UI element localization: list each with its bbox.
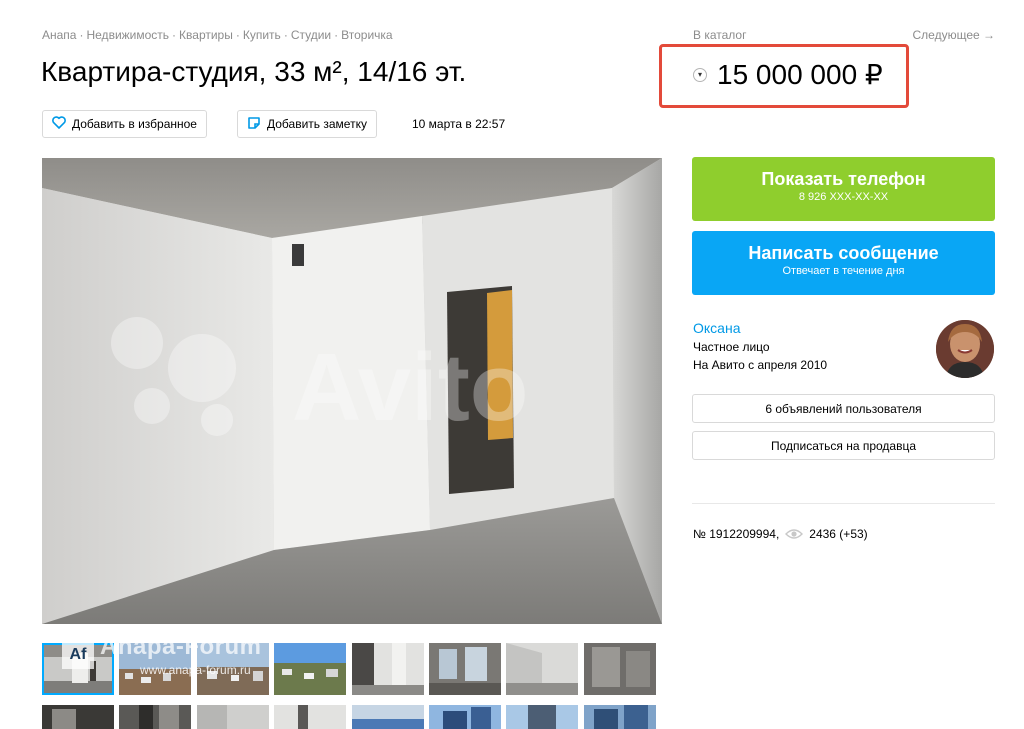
add-note-label: Добавить заметку xyxy=(267,117,367,131)
avatar[interactable] xyxy=(936,320,994,378)
thumbnail[interactable] xyxy=(429,643,501,695)
main-photo[interactable]: Avito xyxy=(42,158,662,624)
heart-icon xyxy=(52,116,66,132)
thumbnail[interactable] xyxy=(197,643,269,695)
breadcrumb-item-realty[interactable]: Недвижимость xyxy=(86,28,169,42)
thumbnail[interactable] xyxy=(42,705,114,729)
page-title: Квартира-студия, 33 м², 14/16 эт. xyxy=(41,56,467,87)
thumbnail[interactable] xyxy=(584,643,656,695)
show-phone-label: Показать телефон xyxy=(761,169,926,189)
note-icon xyxy=(247,116,261,133)
thumbnail[interactable] xyxy=(274,705,346,729)
listing-date: 10 марта в 22:57 xyxy=(412,117,506,131)
show-phone-button[interactable]: Показать телефон 8 926 XXX-XX-XX xyxy=(692,157,995,221)
thumbnail[interactable] xyxy=(119,705,191,729)
subscribe-seller-button[interactable]: Подписаться на продавца xyxy=(692,431,995,460)
breadcrumb-item-secondary[interactable]: Вторичка xyxy=(341,28,392,42)
add-note-button[interactable]: Добавить заметку xyxy=(237,110,377,138)
breadcrumb-item-flats[interactable]: Квартиры xyxy=(179,28,233,42)
thumbnail[interactable] xyxy=(429,705,501,729)
breadcrumb-item-city[interactable]: Анапа xyxy=(42,28,76,42)
write-message-label: Написать сообщение xyxy=(748,243,939,263)
next-listing-link[interactable]: Следующее → xyxy=(913,28,996,42)
thumbnail[interactable] xyxy=(197,705,269,729)
thumbnail[interactable] xyxy=(352,643,424,695)
masked-phone: 8 926 XXX-XX-XX xyxy=(798,191,889,203)
thumbnail[interactable] xyxy=(274,643,346,695)
thumbnail[interactable] xyxy=(42,643,114,695)
response-time: Отвечает в течение дня xyxy=(782,265,905,277)
divider xyxy=(692,503,995,504)
breadcrumb-item-studio[interactable]: Студии xyxy=(291,28,331,42)
thumbnail[interactable] xyxy=(506,705,578,729)
breadcrumb: Анапа · Недвижимость · Квартиры · Купить · Студи… xyxy=(42,28,393,42)
back-to-catalog-link[interactable]: В каталог xyxy=(693,28,746,42)
seller-ads-button[interactable]: 6 объявлений пользователя xyxy=(692,394,995,423)
room-photo-image: Avito xyxy=(42,158,662,624)
add-favorite-button[interactable]: Добавить в избранное xyxy=(42,110,207,138)
chevron-down-icon[interactable]: ▾ xyxy=(693,67,707,82)
price-value: 15 000 000 ₽ xyxy=(717,59,883,90)
listing-number: № 1912209994, xyxy=(693,527,780,541)
thumbnail[interactable] xyxy=(119,643,191,695)
breadcrumb-item-buy[interactable]: Купить xyxy=(243,28,281,42)
eye-icon xyxy=(785,528,804,540)
thumbnail[interactable] xyxy=(506,643,578,695)
photo-watermark: Avito xyxy=(292,334,528,441)
write-message-button[interactable]: Написать сообщение Отвечает в течение дн… xyxy=(692,231,995,295)
thumbnail[interactable] xyxy=(584,705,656,729)
thumbnail[interactable] xyxy=(352,705,424,729)
price: ▾ 15 000 000 ₽ xyxy=(693,58,883,91)
views-count: 2436 (+53) xyxy=(809,527,868,541)
add-favorite-label: Добавить в избранное xyxy=(72,117,197,131)
listing-meta: № 1912209994, 2436 (+53) xyxy=(693,527,868,541)
